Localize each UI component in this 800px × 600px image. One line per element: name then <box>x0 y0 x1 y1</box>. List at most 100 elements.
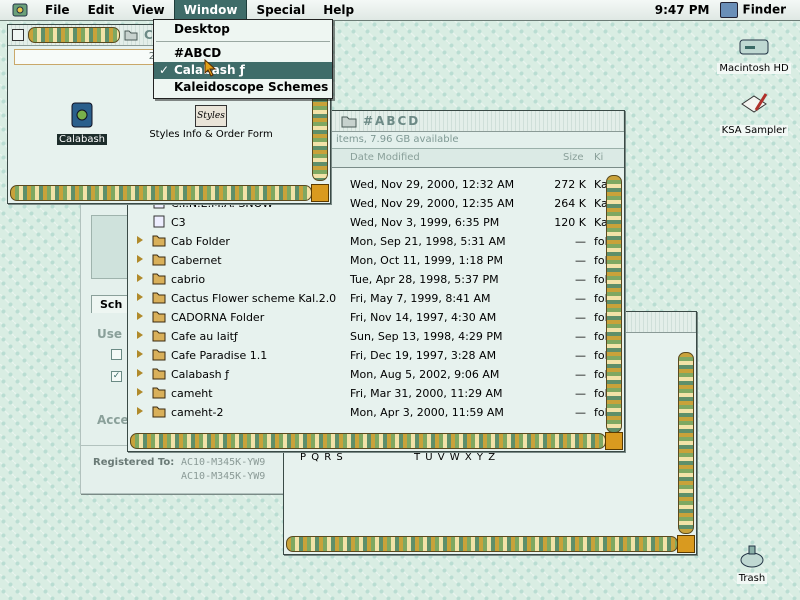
column-size[interactable]: Size <box>563 152 584 163</box>
disclosure-triangle-icon[interactable] <box>137 274 143 282</box>
disclosure-triangle-icon[interactable] <box>137 369 143 377</box>
checkbox-1[interactable] <box>111 349 122 360</box>
table-row[interactable]: cabrio Tue, Apr 28, 1998, 5:37 PM — fol <box>128 270 608 289</box>
icon-label: KSA Sampler <box>719 125 789 136</box>
folder-icon <box>152 254 166 266</box>
table-row[interactable]: Cab Folder Mon, Sep 21, 1998, 5:31 AM — fol <box>128 232 608 251</box>
column-date[interactable]: Date Modified <box>350 152 420 163</box>
grow-box[interactable] <box>677 535 695 553</box>
app-switcher[interactable]: Finder <box>719 2 786 18</box>
trash-icon-block[interactable]: Trash <box>726 542 778 584</box>
file-size: — <box>575 368 586 381</box>
file-date: Sun, Sep 13, 1998, 4:29 PM <box>350 330 503 343</box>
file-size: — <box>575 406 586 419</box>
file-name: Cactus Flower scheme Kal.2.0 <box>171 292 337 305</box>
file-date: Wed, Nov 3, 1999, 6:35 PM <box>350 216 500 229</box>
file-size: — <box>575 330 586 343</box>
menu-separator <box>156 41 330 42</box>
ksa-sampler-icon[interactable]: KSA Sampler <box>716 92 792 136</box>
file-name: cabrio <box>171 273 206 286</box>
menu-item-label: Kaleidoscope Schemes <box>174 80 329 94</box>
file-name: cameht <box>171 387 213 400</box>
table-row[interactable]: Cafe Paradise 1.1 Fri, Dec 19, 1997, 3:28… <box>128 346 608 365</box>
apple-menu-icon[interactable] <box>10 2 30 18</box>
folder-icon <box>152 273 166 285</box>
table-row[interactable]: cameht Fri, Mar 31, 2000, 11:29 AM — fol <box>128 384 608 403</box>
menu-view[interactable]: View <box>123 0 173 20</box>
menu-item-label: #ABCD <box>174 46 222 60</box>
file-size: — <box>575 349 586 362</box>
file-date: Fri, Nov 14, 1997, 4:30 AM <box>350 311 497 324</box>
grow-box[interactable] <box>605 432 623 450</box>
menu-help[interactable]: Help <box>314 0 363 20</box>
table-row[interactable]: cameht-2 Mon, Apr 3, 2000, 11:59 AM — fol <box>128 403 608 422</box>
vertical-scrollbar[interactable] <box>606 175 622 433</box>
acce-label: Acce <box>97 413 129 427</box>
table-row[interactable]: Calabash ƒ Mon, Aug 5, 2002, 9:06 AM — fol <box>128 365 608 384</box>
letters-left: P Q R S <box>300 452 344 463</box>
file-name: Cafe Paradise 1.1 <box>171 349 268 362</box>
file-date: Mon, Oct 11, 1999, 1:18 PM <box>350 254 504 267</box>
table-row[interactable]: Cactus Flower scheme Kal.2.0 Fri, May 7, … <box>128 289 608 308</box>
table-row[interactable]: C3 Wed, Nov 3, 1999, 6:35 PM 120 K Ka <box>128 213 608 232</box>
table-row[interactable]: CADORNA Folder Fri, Nov 14, 1997, 4:30 AM… <box>128 308 608 327</box>
disclosure-triangle-icon[interactable] <box>137 312 143 320</box>
styles-info-icon[interactable]: Styles Styles Info & Order Form <box>146 105 276 140</box>
disclosure-triangle-icon[interactable] <box>137 255 143 263</box>
disclosure-triangle-icon[interactable] <box>137 388 143 396</box>
calabash-app-icon[interactable]: Calabash <box>52 99 112 145</box>
folder-icon <box>152 406 166 418</box>
file-name: Cabernet <box>171 254 222 267</box>
grow-box[interactable] <box>311 184 329 202</box>
file-size: — <box>575 254 586 267</box>
file-size: 264 K <box>554 197 586 210</box>
file-size: 272 K <box>554 178 586 191</box>
file-size: — <box>575 311 586 324</box>
disclosure-triangle-icon[interactable] <box>137 236 143 244</box>
close-box[interactable] <box>12 29 24 41</box>
horizontal-scrollbar[interactable] <box>10 185 312 201</box>
menu-special[interactable]: Special <box>247 0 314 20</box>
disclosure-triangle-icon[interactable] <box>137 293 143 301</box>
menu-edit[interactable]: Edit <box>79 0 124 20</box>
menubar-right: 9:47 PM Finder <box>655 2 800 18</box>
use-label: Use <box>97 327 123 341</box>
file-date: Tue, Apr 28, 1998, 5:37 PM <box>350 273 499 286</box>
file-name: C3 <box>171 216 186 229</box>
table-row[interactable]: Cafe au laitƒ Sun, Sep 13, 1998, 4:29 PM —… <box>128 327 608 346</box>
menu-item-label: Desktop <box>174 22 230 36</box>
table-row[interactable]: Cabernet Mon, Oct 11, 1999, 1:18 PM — fol <box>128 251 608 270</box>
menu-window[interactable]: Window <box>173 0 248 21</box>
finder-icon <box>719 2 738 18</box>
registration-code-2: AC10-M345K-YW9 <box>181 471 266 482</box>
disclosure-triangle-icon[interactable] <box>137 407 143 415</box>
clock[interactable]: 9:47 PM <box>655 3 710 17</box>
horizontal-scrollbar[interactable] <box>130 433 606 449</box>
folder-icon <box>152 292 166 304</box>
file-size: — <box>575 292 586 305</box>
folder-icon <box>152 349 166 361</box>
file-name: Cab Folder <box>171 235 230 248</box>
horizontal-scrollbar[interactable] <box>286 536 678 552</box>
disclosure-triangle-icon[interactable] <box>137 331 143 339</box>
icon-label: Calabash <box>56 134 108 145</box>
window-menu-item-desktop[interactable]: Desktop <box>154 21 332 38</box>
pointer-cursor-icon <box>204 59 217 77</box>
vertical-scrollbar[interactable] <box>678 352 694 534</box>
file-name: Calabash ƒ <box>171 368 230 381</box>
column-kind[interactable]: Ki <box>594 152 603 163</box>
file-date: Wed, Nov 29, 2000, 12:32 AM <box>350 178 515 191</box>
checkbox-2[interactable]: ✓ <box>111 371 122 382</box>
calabash-icon <box>71 102 93 128</box>
file-date: Fri, May 7, 1999, 8:41 AM <box>350 292 491 305</box>
file-date: Wed, Nov 29, 2000, 12:35 AM <box>350 197 515 210</box>
macintosh-hd-icon[interactable]: Macintosh HD <box>716 34 792 74</box>
window-menu-item-kaleidoscope[interactable]: Kaleidoscope Schemes <box>154 79 332 96</box>
icon-label: Trash <box>736 573 768 584</box>
registered-label: Registered To: <box>93 457 175 468</box>
file-name: Cafe au laitƒ <box>171 330 238 343</box>
window-menu-item-calabash[interactable]: ✓ Calabash ƒ <box>154 59 332 79</box>
disclosure-triangle-icon[interactable] <box>137 350 143 358</box>
menu-file[interactable]: File <box>36 0 79 20</box>
window-menu-item-abcd[interactable]: #ABCD <box>154 45 332 62</box>
